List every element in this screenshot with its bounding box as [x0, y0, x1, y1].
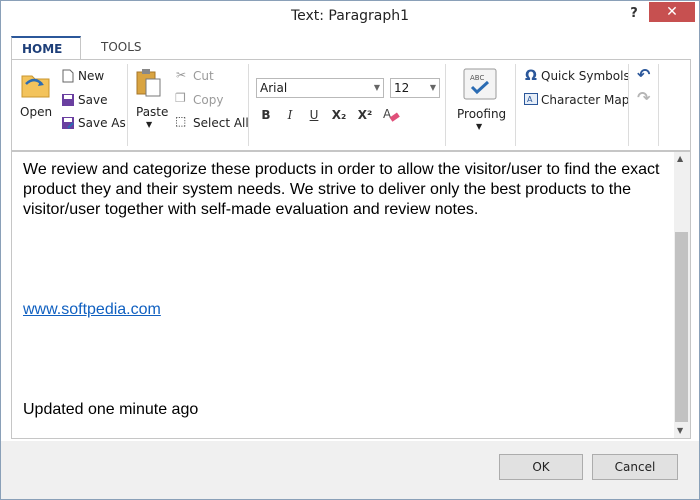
separator — [658, 64, 659, 146]
separator — [248, 64, 249, 146]
title-bar: Text: Paragraph1 ? ✕ — [1, 1, 699, 31]
proofing-label: Proofing — [457, 107, 507, 121]
proofing-dropdown-icon: ▼ — [476, 122, 483, 131]
dialog-footer: OK Cancel — [1, 441, 699, 499]
font-family-select[interactable]: Arial ▼ — [256, 78, 384, 98]
save-icon — [62, 94, 74, 106]
tab-home[interactable]: HOME — [11, 36, 81, 60]
chevron-down-icon: ▼ — [429, 83, 436, 92]
paste-dropdown-icon: ▼ — [146, 120, 153, 129]
font-size-value: 12 — [394, 81, 410, 95]
quick-symbols-label: Quick Symbols — [541, 69, 630, 83]
vertical-scrollbar[interactable]: ▲ ▼ — [674, 152, 690, 438]
text-dialog: Text: Paragraph1 ? ✕ HOME TOOLS Open New… — [0, 0, 700, 500]
ribbon-home: Open New Save Save As Paste ▼ ✂ Cut ❐ Co… — [11, 59, 691, 151]
scroll-down-icon[interactable]: ▼ — [677, 426, 683, 435]
superscript-button[interactable]: X² — [355, 108, 375, 122]
svg-text:ABC: ABC — [470, 74, 484, 82]
save-as-icon — [62, 117, 74, 129]
save-label: Save — [78, 93, 108, 107]
underline-button[interactable]: U — [304, 108, 324, 122]
cancel-button[interactable]: Cancel — [592, 454, 678, 480]
svg-text:A: A — [527, 95, 533, 104]
open-folder-icon — [21, 75, 50, 98]
window-title: Text: Paragraph1 — [290, 8, 410, 24]
separator — [445, 64, 446, 146]
paragraph-text: We review and categorize these products … — [23, 161, 660, 218]
select-all-label: Select All — [193, 116, 249, 130]
updated-text: Updated one minute ago — [23, 401, 199, 418]
cut-label: Cut — [193, 69, 214, 83]
separator — [127, 64, 128, 146]
scissors-icon: ✂ — [176, 68, 187, 82]
paste-clipboard-icon — [136, 69, 161, 97]
close-button[interactable]: ✕ — [649, 2, 695, 22]
select-all-icon: ⬚ — [175, 114, 187, 128]
omega-icon: Ω — [525, 68, 537, 84]
copy-icon: ❐ — [175, 91, 186, 105]
undo-icon[interactable]: ↶ — [637, 65, 650, 84]
save-as-label: Save As — [78, 116, 126, 130]
bold-button[interactable]: B — [256, 108, 276, 122]
clear-formatting-icon: A — [383, 107, 400, 122]
character-map-icon: A — [524, 93, 538, 105]
subscript-button[interactable]: X₂ — [329, 108, 349, 122]
redo-icon[interactable]: ↷ — [637, 88, 650, 107]
softpedia-link[interactable]: www.softpedia.com — [23, 300, 668, 320]
new-document-icon — [62, 69, 74, 83]
copy-label: Copy — [193, 93, 224, 107]
paste-label: Paste — [136, 105, 169, 119]
scroll-up-icon[interactable]: ▲ — [677, 154, 683, 163]
chevron-down-icon: ▼ — [373, 83, 380, 92]
new-label: New — [78, 69, 105, 83]
open-label: Open — [20, 105, 53, 119]
scrollbar-thumb[interactable] — [675, 232, 688, 422]
ok-button[interactable]: OK — [499, 454, 583, 480]
help-button[interactable]: ? — [623, 4, 645, 24]
spellcheck-icon: ABC — [463, 68, 497, 100]
font-size-select[interactable]: 12 ▼ — [390, 78, 440, 98]
blank-space — [23, 320, 668, 400]
ribbon-tabs: HOME TOOLS — [11, 36, 691, 60]
tab-tools[interactable]: TOOLS — [91, 36, 152, 60]
character-map-label: Character Map — [541, 93, 630, 107]
font-family-value: Arial — [260, 81, 288, 95]
italic-button[interactable]: I — [280, 108, 300, 122]
text-editor[interactable]: We review and categorize these products … — [11, 151, 691, 439]
separator — [515, 64, 516, 146]
editor-content: We review and categorize these products … — [23, 160, 668, 420]
separator — [628, 64, 629, 146]
blank-space — [23, 220, 668, 300]
